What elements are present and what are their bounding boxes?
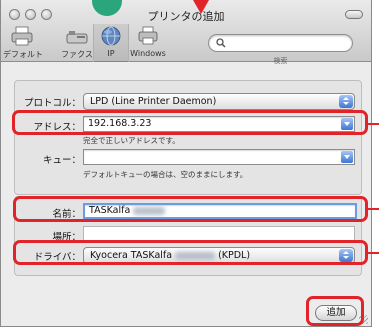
queue-field[interactable] [83,149,355,165]
fax-icon [66,31,88,44]
address-hint: 完全で正しいアドレスです。 [83,136,180,145]
toolbar-label-windows: Windows [130,49,166,58]
search-input[interactable] [208,34,353,52]
toolbar-toggle-button[interactable] [345,10,363,19]
toolbar-label-ip: IP [107,49,115,58]
titlebar: プリンタの追加 デフォルト ファクス IP Windows 検索 [1,0,371,65]
highlight-add-button [306,296,364,326]
toolbar-item-fax[interactable]: ファクス [59,24,95,62]
callout-arrow-icon [193,0,209,14]
add-printer-form: プロトコル： LPD (Line Printer Daemon) アドレス： 1… [1,63,371,327]
toolbar-label-fax: ファクス [61,50,93,59]
popup-arrows-icon [339,95,353,108]
queue-label: キュー： [42,155,81,166]
queue-hint: デフォルトキューの場合は、空のままにします。 [83,170,248,179]
toolbar-item-default[interactable]: デフォルト [3,24,43,62]
toolbar-item-ip[interactable]: IP [93,24,129,62]
search-icon [216,38,226,48]
highlight-address [12,110,368,135]
window-title: プリンタの追加 [147,10,225,23]
globe-icon [101,26,121,46]
protocol-label: プロトコル： [23,98,81,109]
windows-printer-icon [138,26,158,45]
leader-line [367,123,379,125]
protocol-popup[interactable]: LPD (Line Printer Daemon) [83,93,355,110]
leader-line [367,252,379,254]
toolbar-label-default: デフォルト [3,50,43,59]
leader-line [367,208,379,210]
queue-history-button[interactable] [341,151,353,163]
highlight-name [13,196,368,222]
highlight-driver [13,240,368,265]
protocol-value: LPD (Line Printer Daemon) [90,96,217,107]
toolbar-item-windows[interactable]: Windows [128,24,168,62]
printer-icon [11,26,33,46]
add-printer-window: プリンタの追加 デフォルト ファクス IP Windows 検索 プロトコル： … [0,0,379,327]
